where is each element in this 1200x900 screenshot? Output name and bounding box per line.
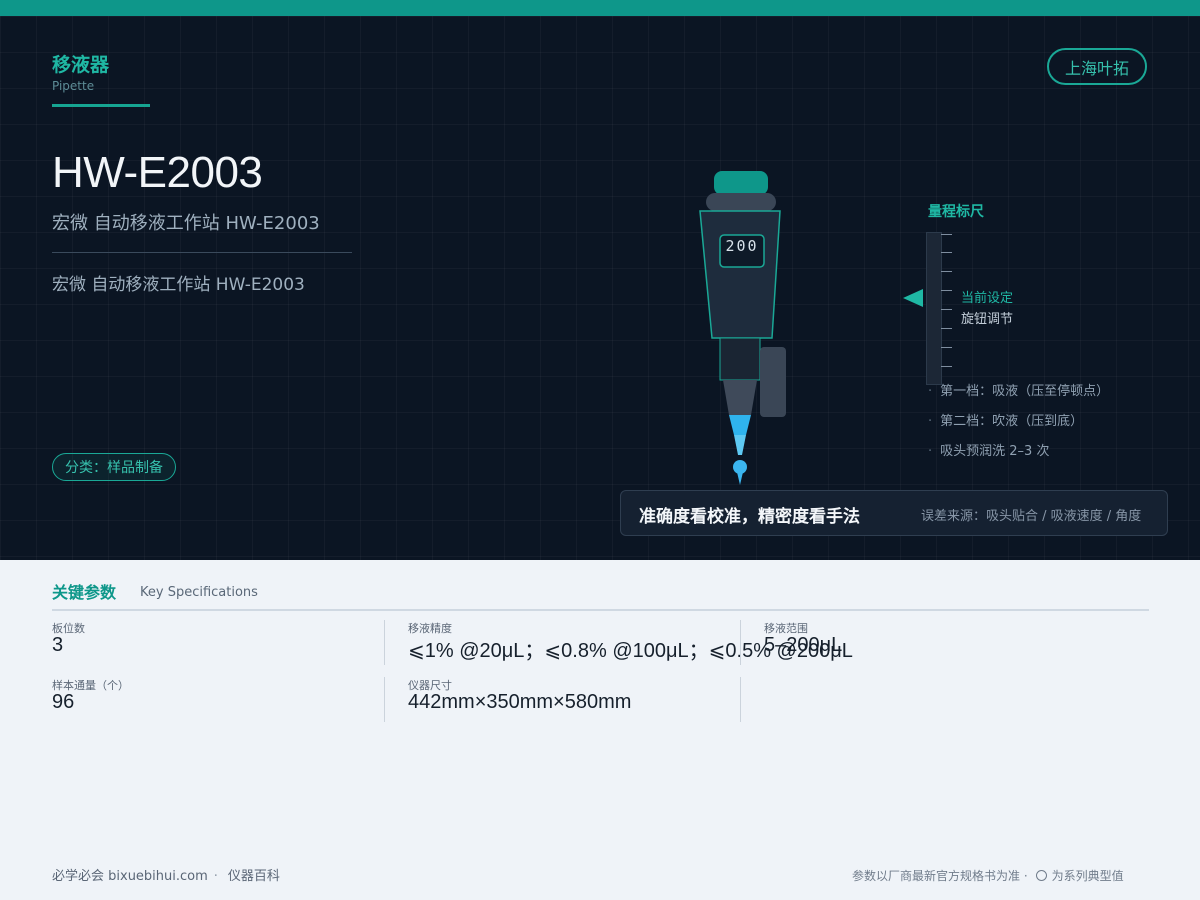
specs-divider	[52, 609, 1149, 611]
spec-value: 96	[52, 691, 75, 713]
info-tagline: 准确度看校准，精密度看手法	[639, 507, 860, 527]
spec-separator	[740, 677, 741, 722]
bullet-icon: ·	[928, 444, 933, 459]
scale-tick	[941, 347, 952, 348]
ejector-button	[760, 347, 786, 417]
scale-tick	[941, 234, 952, 235]
scale-tick	[941, 366, 952, 367]
specs-title-en: Key Specifications	[140, 585, 258, 600]
brand-button[interactable]: 上海叶拓	[1047, 48, 1147, 85]
scale-pointer-icon	[903, 289, 923, 307]
footer-site-link[interactable]: 必学必会 bixuebihui.com	[52, 869, 208, 884]
knob-adjust-label: 旋钮调节	[961, 312, 1014, 327]
pipette-body	[699, 210, 781, 339]
specs-title: 关键参数	[52, 583, 117, 602]
model-title: HW-E2003	[52, 148, 263, 197]
product-description: 宏微 自动移液工作站 HW-E2003	[52, 275, 305, 295]
category-underline	[52, 104, 150, 107]
tip-upper	[729, 415, 751, 435]
step-item: · 第一档：吸液（压至停顿点）	[928, 384, 1110, 399]
product-subtitle: 宏微 自动移液工作站 HW-E2003	[52, 213, 320, 234]
category-title: 移液器	[52, 54, 110, 76]
footer-section-link[interactable]: 仪器百科	[228, 869, 280, 884]
spec-value: 3	[52, 634, 64, 656]
spec-separator	[384, 620, 385, 665]
current-setting-label: 当前设定	[961, 291, 1014, 306]
footer-left: 必学必会 bixuebihui.com · 仪器百科	[52, 865, 280, 884]
scale-tick	[941, 271, 952, 272]
pipette-illustration: 200	[699, 171, 786, 485]
error-sources: 误差来源：吸头贴合 / 吸液速度 / 角度	[921, 509, 1142, 524]
step-item: · 第二档：吹液（压到底）	[928, 414, 1084, 429]
liquid-drop	[733, 460, 747, 474]
hero-divider	[52, 252, 352, 253]
step-item: · 吸头预润洗 2–3 次	[928, 444, 1050, 459]
scale-tick	[941, 328, 952, 329]
footer-right: 参数以厂商最新官方规格书为准 · 为系列典型值	[852, 867, 1124, 884]
footer-legend: 为系列典型值	[1051, 869, 1124, 883]
footer-note: 参数以厂商最新官方规格书为准 ·	[852, 869, 1028, 883]
plunger-collar	[706, 193, 776, 211]
tip-cone	[723, 380, 757, 415]
footer-separator: ·	[213, 869, 218, 884]
scale-bar	[926, 232, 942, 385]
display-digits: 200	[725, 237, 758, 255]
bullet-icon: ·	[928, 414, 933, 429]
spec-separator	[384, 677, 385, 722]
scale-tick	[941, 309, 952, 310]
scale-tick	[941, 290, 952, 291]
category-subtitle: Pipette	[52, 79, 95, 93]
plunger-button	[714, 171, 768, 195]
spec-value: 5–200μL	[764, 634, 843, 656]
scale-title: 量程标尺	[928, 204, 984, 220]
scale-tick	[941, 252, 952, 253]
pipette-shaft	[719, 337, 761, 381]
category-tag[interactable]: 分类：样品制备	[52, 453, 176, 481]
bullet-icon: ·	[928, 384, 933, 399]
top-accent-bar	[0, 0, 1200, 16]
spec-separator	[740, 620, 741, 665]
tip-lower	[734, 435, 746, 455]
circle-icon	[1035, 870, 1047, 881]
spec-value: 442mm×350mm×580mm	[408, 691, 632, 713]
